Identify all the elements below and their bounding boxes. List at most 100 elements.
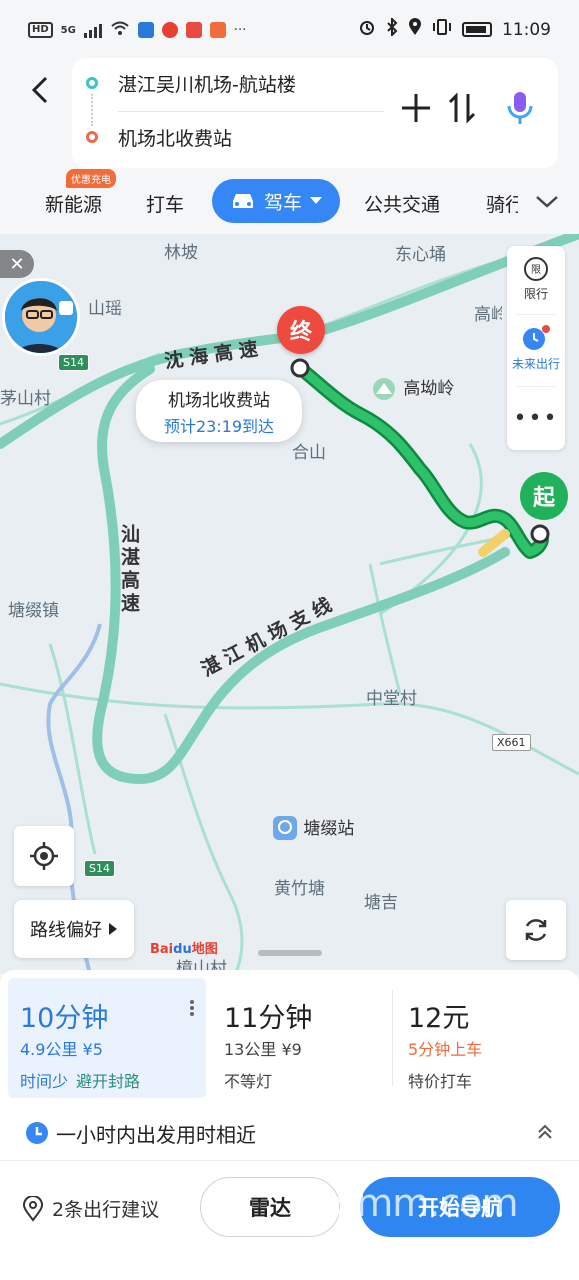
chevron-down-icon — [536, 196, 558, 208]
route-tags: 不等灯 — [224, 1072, 273, 1091]
close-avatar-button[interactable]: ✕ — [0, 250, 34, 278]
promo-badge: 优惠充电 — [66, 169, 116, 188]
map-label-hexian: 合山 — [292, 443, 326, 463]
map-view[interactable]: 林坡 东心埇 山瑶 茅山村 高岭 高坳岭 合山 塘缀镇 中堂村 塘缀站 黄竹塘 … — [0, 234, 579, 974]
restriction-label: 限行 — [523, 287, 548, 301]
route-sheet: 10分钟 4.9公里 ¥5 时间少 避开封路 11分钟 13公里 ¥9 不等灯 1… — [0, 950, 579, 1280]
departure-notice-text: 一小时内出发用时相近 — [56, 1122, 256, 1147]
start-dot-icon — [86, 77, 98, 89]
map-label-shanyao: 山瑶 — [88, 299, 122, 319]
weibo-icon — [161, 22, 178, 38]
add-waypoint-button[interactable] — [396, 88, 436, 128]
map-side-panel: 限 限行 未来出行 ••• — [507, 246, 565, 450]
tab-transit[interactable]: 公共交通 — [364, 190, 440, 217]
future-trip-label: 未来出行 — [511, 357, 560, 371]
wifi-icon — [110, 20, 130, 40]
location-pin-icon — [22, 1195, 44, 1222]
avatar[interactable] — [2, 278, 80, 356]
route-detail: 4.9公里 ¥5 — [20, 1040, 103, 1059]
destination-eta: 预计23:19到达 — [163, 417, 275, 436]
sheet-handle[interactable] — [258, 950, 322, 956]
map-label-huangzhu: 黄竹塘 — [274, 879, 325, 899]
road-plate: X661 — [492, 734, 531, 751]
hd-indicator: HD — [28, 22, 53, 38]
route-option-1[interactable]: 10分钟 4.9公里 ¥5 时间少 避开封路 — [8, 978, 206, 1098]
route-time: 11分钟 — [224, 1003, 313, 1034]
swap-icon — [448, 92, 476, 124]
tab-taxi[interactable]: 打车 — [146, 190, 184, 217]
close-icon: ✕ — [9, 253, 25, 275]
vibrate-icon — [432, 18, 452, 41]
action-bar: 2条出行建议 雷达 开始导航 gdmm.com — [0, 1160, 579, 1280]
highway-shield: S14 — [58, 354, 89, 371]
route-header: 湛江吴川机场-航站楼 机场北收费站 — [0, 58, 579, 178]
divider — [515, 314, 557, 315]
clock-icon — [26, 1122, 48, 1144]
more-notifications-icon: ··· — [233, 22, 247, 38]
route-preference-label: 路线偏好 — [30, 920, 102, 941]
route-input-box: 湛江吴川机场-航站楼 机场北收费站 — [72, 58, 558, 168]
microphone-icon — [507, 92, 533, 124]
restriction-icon: 限 — [524, 257, 548, 281]
taobao-icon — [209, 22, 226, 38]
route-tags: 时间少 避开封路 — [20, 1072, 141, 1091]
start-marker[interactable]: 起 — [520, 472, 568, 520]
chevron-left-icon — [31, 76, 48, 104]
map-label-tangji: 塘吉 — [364, 893, 398, 913]
more-options-button[interactable]: ••• — [507, 406, 565, 431]
future-trip-button[interactable]: 未来出行 — [507, 324, 565, 372]
locate-button[interactable] — [14, 826, 74, 886]
road-label-shanzhan: 汕湛高速 — [118, 524, 140, 616]
divider — [515, 386, 557, 387]
car-icon — [232, 194, 253, 208]
taxi-pickup: 5分钟上车 — [408, 1040, 483, 1059]
mountain-icon — [373, 378, 395, 400]
destination-card[interactable]: 机场北收费站 预计23:19到达 — [136, 380, 302, 442]
route-preference-button[interactable]: 路线偏好 — [14, 900, 134, 958]
route-detail: 13公里 ¥9 — [224, 1040, 302, 1059]
route-menu-icon[interactable] — [190, 998, 196, 1018]
back-button[interactable] — [22, 70, 58, 110]
station-icon — [273, 816, 297, 840]
map-label-gaoao: 高坳岭 — [370, 374, 454, 401]
signal-icon — [83, 22, 102, 38]
map-label-zhongtang: 中堂村 — [366, 689, 417, 709]
plus-icon — [402, 94, 430, 122]
trip-suggestions[interactable]: 2条出行建议 — [22, 1195, 159, 1222]
alarm-icon — [358, 18, 376, 41]
location-icon — [408, 18, 422, 41]
baidu-map-logo: Baidu地图 — [150, 942, 218, 957]
more-modes-button[interactable] — [535, 192, 559, 212]
signal-5g: 5G — [60, 24, 76, 36]
route-option-taxi[interactable]: 12元 5分钟上车 特价打车 — [396, 978, 566, 1098]
route-option-2[interactable]: 11分钟 13公里 ¥9 不等灯 — [212, 978, 382, 1098]
divider — [118, 111, 384, 112]
transport-mode-tabs: 优惠充电 新能源 打车 驾车 公共交通 骑行 — [0, 169, 579, 234]
voice-button[interactable] — [500, 88, 540, 128]
clock-text: 11:09 — [502, 19, 551, 40]
map-label-gaoxian: 高岭 — [474, 305, 502, 325]
app-notification-icon — [137, 22, 154, 38]
chevron-up-icon — [538, 1124, 552, 1139]
route-connector — [91, 94, 93, 126]
map-label-tangzhui-station: 塘缀站 — [272, 814, 354, 843]
status-bar: HD 5G ··· 11:09 — [0, 0, 579, 62]
destination-field[interactable]: 机场北收费站 — [118, 124, 232, 151]
swap-button[interactable] — [442, 88, 482, 128]
departure-notice[interactable]: 一小时内出发用时相近 — [24, 1118, 554, 1148]
tab-new-energy[interactable]: 新能源 — [45, 190, 102, 217]
tab-bike[interactable]: 骑行 — [486, 190, 518, 217]
restriction-button[interactable]: 限 限行 — [507, 256, 565, 302]
map-label-tangzhui-town: 塘缀镇 — [8, 601, 59, 621]
refresh-button[interactable] — [506, 900, 566, 960]
timer-icon — [523, 325, 550, 350]
destination-name: 机场北收费站 — [168, 391, 270, 411]
refresh-icon — [525, 919, 547, 941]
map-label-linpo: 林坡 — [164, 243, 198, 263]
tab-drive[interactable]: 驾车 — [212, 179, 340, 223]
divider — [392, 990, 393, 1086]
battery-icon — [462, 22, 492, 37]
svg-text:限: 限 — [531, 264, 541, 276]
end-marker[interactable]: 终 — [277, 306, 325, 354]
origin-field[interactable]: 湛江吴川机场-航站楼 — [118, 70, 296, 97]
